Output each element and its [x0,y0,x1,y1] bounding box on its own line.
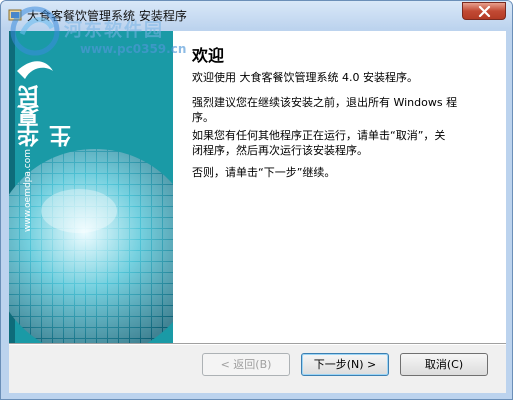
wizard-banner-image: 华夏民生 www.oemdpa.com [9,31,173,343]
title-bar[interactable]: 大食客餐饮管理系统 安装程序 [1,1,512,29]
banner-artwork [9,31,173,343]
banner-url-text: www.oemdpa.com [23,149,33,232]
close-button[interactable] [462,2,506,20]
installer-app-icon [8,9,22,21]
cancel-instructions: 如果您有任何其他程序正在运行，请单击“取消”，关 闭程序，然后再次运行该安装程序… [192,129,446,157]
window-title: 大食客餐饮管理系统 安装程序 [27,9,187,23]
welcome-content: 欢迎 欢迎使用 大食客餐饮管理系统 4.0 安装程序。 强烈建议您在继续该安装之… [173,31,506,343]
installer-window: 大食客餐饮管理系统 安装程序 华夏民生 www.oemdpa.com 欢迎 欢迎… [0,0,513,400]
close-icon [478,6,491,17]
welcome-heading: 欢迎 [192,46,225,65]
close-programs-advice: 强烈建议您在继续该安装之前，退出所有 Windows 程 序。 [192,96,458,124]
back-button[interactable]: < 返回(B) [202,353,290,376]
wizard-body: 华夏民生 www.oemdpa.com 欢迎 欢迎使用 大食客餐饮管理系统 4.… [9,31,506,393]
button-separator [9,343,506,345]
welcome-text: 欢迎使用 大食客餐饮管理系统 4.0 安装程序。 [192,71,418,84]
banner-logo-text: 华夏民生 [18,87,75,147]
next-instructions: 否则，请单击“下一步”继续。 [192,166,336,179]
next-button[interactable]: 下一步(N) > [301,353,389,376]
cancel-button[interactable]: 取消(C) [400,353,488,376]
